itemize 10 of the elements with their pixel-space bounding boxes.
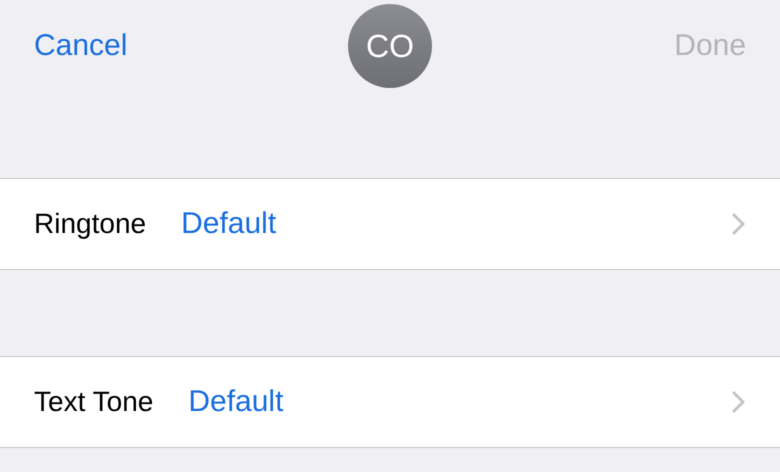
row-label: Text Tone [34, 386, 154, 418]
chevron-icon [732, 391, 746, 413]
row-value: Default [188, 385, 284, 419]
row-label: Ringtone [34, 208, 146, 240]
settings-row[interactable]: Text Tone Default [0, 356, 780, 448]
row-value: Default [181, 207, 276, 241]
contact-avatar: CO [348, 4, 432, 88]
cancel-button[interactable]: Cancel [34, 29, 128, 63]
settings-row[interactable]: Ringtone Default [0, 178, 780, 270]
chevron-icon [732, 213, 746, 235]
